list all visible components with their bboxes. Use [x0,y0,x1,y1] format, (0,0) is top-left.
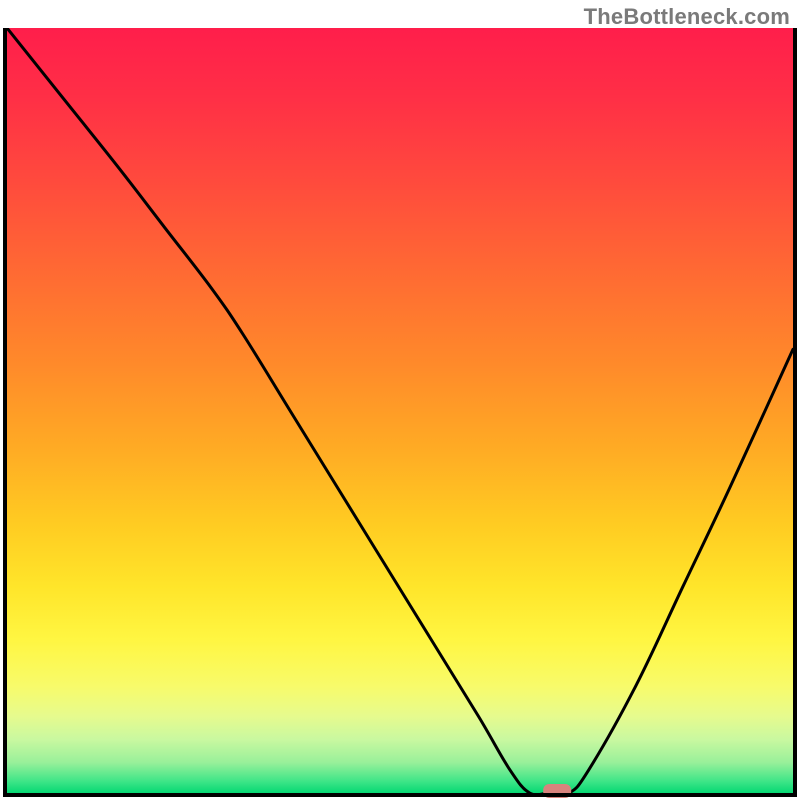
frame-right [793,28,797,797]
frame-bottom [3,793,797,797]
frame-left [3,28,7,797]
watermark-text: TheBottleneck.com [584,4,790,30]
chart-stage: TheBottleneck.com [0,0,800,800]
gradient-background [7,28,793,793]
bottleneck-curve-chart [0,0,800,800]
